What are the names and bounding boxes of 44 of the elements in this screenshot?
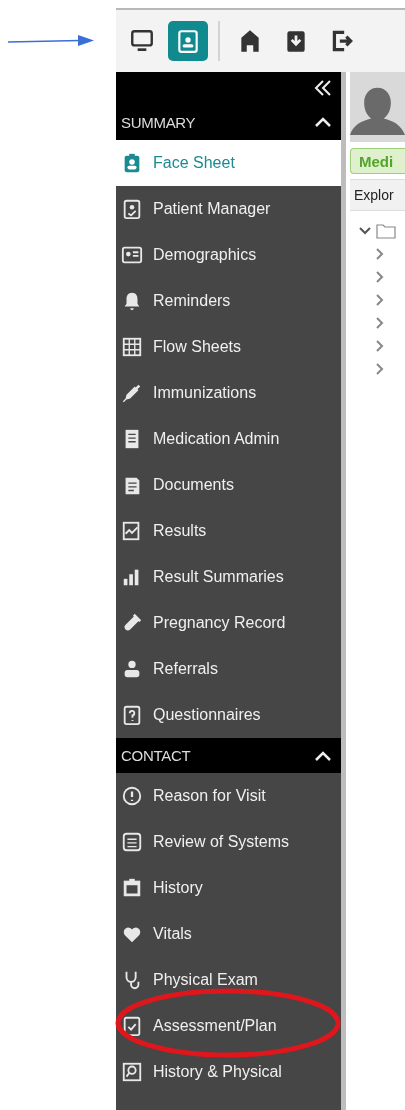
nav-item[interactable]: Results — [116, 508, 341, 554]
list-icon — [121, 831, 143, 853]
nav-item[interactable]: Demographics — [116, 232, 341, 278]
table-icon — [121, 336, 143, 358]
nav-item[interactable]: Result Summaries — [116, 554, 341, 600]
nav-item[interactable]: Pregnancy Record — [116, 600, 341, 646]
collapsed-chevron-icon[interactable] — [374, 269, 386, 284]
question-icon — [121, 704, 143, 726]
nav-item[interactable]: History & Physical — [116, 1049, 341, 1095]
nav-item[interactable]: Referrals — [116, 646, 341, 692]
nav-item[interactable]: Flow Sheets — [116, 324, 341, 370]
section-title: CONTACT — [121, 747, 191, 764]
nav-item[interactable]: Physical Exam — [116, 957, 341, 1003]
collapsed-chevron-icon[interactable] — [374, 361, 386, 376]
nav-item[interactable]: Patient Manager — [116, 186, 341, 232]
alert-icon — [121, 785, 143, 807]
collapsed-chevron-icon[interactable] — [374, 292, 386, 307]
id-badge-button[interactable] — [168, 21, 208, 61]
section-title: SUMMARY — [121, 113, 196, 131]
nav-item[interactable]: Questionnaires — [116, 692, 341, 738]
collapsed-chevron-icon[interactable] — [374, 338, 386, 353]
collapsed-chevron-icon[interactable] — [374, 315, 386, 330]
search-icon — [121, 1061, 143, 1083]
nav-item[interactable]: Documents — [116, 462, 341, 508]
nav-item[interactable]: Reminders — [116, 278, 341, 324]
clipboard-icon — [121, 198, 143, 220]
avatar — [350, 72, 405, 142]
nav-item[interactable]: Face Sheet — [116, 140, 341, 186]
explorer-label: Explor — [354, 187, 394, 203]
checklist-icon — [121, 1015, 143, 1037]
id-badge-icon — [175, 28, 201, 54]
collapse-section-button[interactable] — [313, 115, 333, 129]
syringe-icon — [121, 382, 143, 404]
nav-item[interactable]: Reason for Visit — [116, 773, 341, 819]
folder-icon — [376, 222, 396, 239]
nav-item[interactable]: Immunizations — [116, 370, 341, 416]
nav-item[interactable]: History — [116, 865, 341, 911]
collapsed-chevron-icon[interactable] — [374, 246, 386, 261]
nav-item[interactable]: Review of Systems — [116, 819, 341, 865]
monitor-icon — [129, 28, 155, 54]
nav-item[interactable]: Medication Admin — [116, 416, 341, 462]
contact-card-icon — [121, 244, 143, 266]
nav-item[interactable]: Vitals — [116, 911, 341, 957]
collapse-sidebar-button[interactable] — [313, 78, 333, 98]
